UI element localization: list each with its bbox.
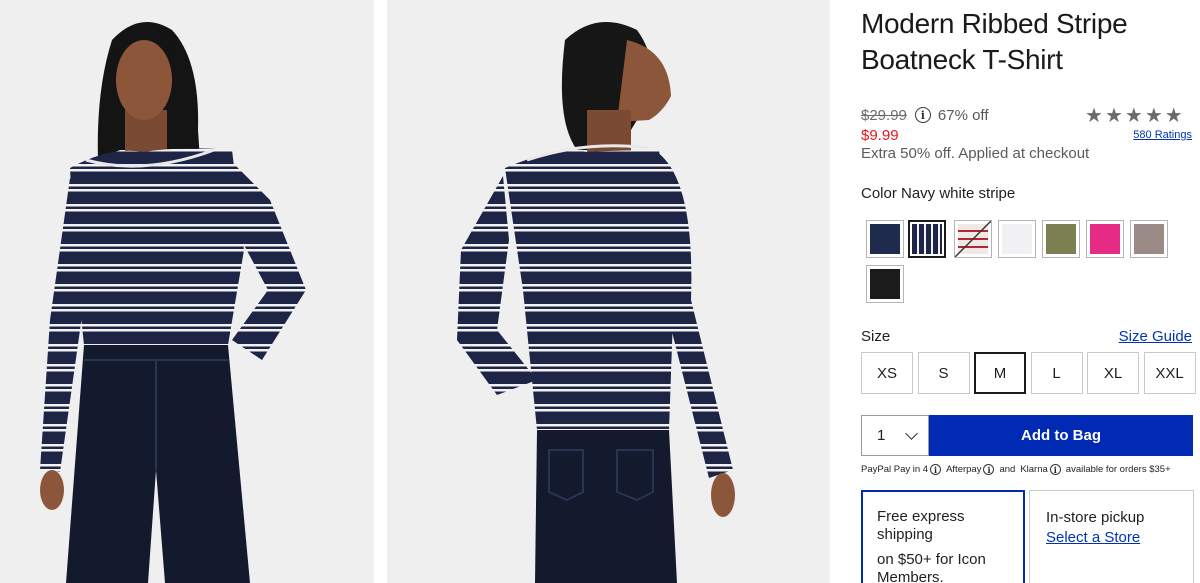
size-option-l[interactable]: L [1030,352,1083,394]
color-swatch-navy[interactable] [866,220,904,258]
free-shipping-line1: Free express shipping [877,508,965,543]
info-icon[interactable]: i [983,464,995,475]
star-icon: ★ [1164,103,1183,127]
color-swatch-pink[interactable] [1086,220,1124,258]
color-swatch-taupe[interactable] [1130,220,1168,258]
size-guide-link[interactable]: Size Guide [1119,328,1192,345]
size-option-xs[interactable]: XS [861,352,913,394]
quantity-select[interactable]: 1 [861,415,929,456]
size-option-m[interactable]: M [974,352,1026,394]
swatch-fill [1046,224,1076,254]
sale-price: $9.99 [861,127,899,144]
pickup-title: In-store pickup [1046,509,1145,526]
product-title: Modern Ribbed Stripe Boatneck T-Shirt [861,8,1128,75]
select-store-link[interactable]: Select a Store [1046,528,1177,548]
front-view-illustration [40,22,306,583]
size-option-xl[interactable]: XL [1087,352,1139,394]
original-price: $29.99 [861,106,907,124]
ratings-link[interactable]: 580 Ratings [1133,129,1192,141]
info-icon[interactable]: i [930,464,942,475]
promo-note: Extra 50% off. Applied at checkout [861,145,1090,162]
size-label: Size [861,328,891,345]
color-swatch-red-white-stripe[interactable] [954,220,992,258]
size-option-s[interactable]: S [917,352,970,394]
swatch-fill [1002,224,1032,254]
add-to-bag-button[interactable]: Add to Bag [929,415,1193,456]
discount-label: 67% off [937,106,989,124]
star-icon: ★ [1124,103,1143,127]
info-icon[interactable]: i [1049,464,1061,475]
swatch-fill [870,269,900,299]
product-image-back[interactable] [387,0,830,583]
chevron-down-icon [905,427,918,440]
shipping-option-card[interactable]: Free express shipping on $50+ for Icon M… [861,490,1025,583]
rating-stars: ★ ★ ★ ★ ★ [1085,104,1183,126]
payment-suffix: available for orders $35+ [1065,464,1171,475]
paypal-label: PayPal Pay in 4 [861,464,929,475]
swatch-fill [912,224,942,254]
klarna-label: Klarna [1020,464,1048,475]
star-icon: ★ [1144,103,1163,127]
color-swatch-olive[interactable] [1042,220,1080,258]
back-view-illustration [457,22,735,583]
unavailable-slash-icon [955,221,991,257]
product-panel: Modern Ribbed Stripe Boatneck T-Shirt $2… [861,0,1196,583]
size-option-xxl[interactable]: XXL [1143,352,1196,394]
swatch-fill [870,224,900,254]
payment-options: PayPal Pay in 4 i Afterpay i and Klarna … [861,464,1171,475]
swatch-fill [1090,224,1120,254]
star-icon: ★ [1104,103,1123,127]
afterpay-label: Afterpay [946,464,982,475]
color-swatch-black[interactable] [866,265,904,303]
and-label: and [999,464,1016,475]
product-image-front[interactable] [0,0,374,583]
color-label: Color Navy white stripe [861,185,1016,202]
color-swatch-navy-white-stripe[interactable] [908,220,946,258]
pickup-option-card[interactable]: In-store pickup Select a Store [1029,490,1194,583]
price-row: $29.99 i 67% off [861,105,989,125]
color-swatch-white[interactable] [998,220,1036,258]
quantity-value: 1 [877,427,886,444]
swatch-fill [1134,224,1164,254]
free-shipping-line2: on $50+ for Icon Members. [877,551,986,583]
star-icon: ★ [1085,103,1103,127]
info-icon[interactable]: i [914,107,931,123]
